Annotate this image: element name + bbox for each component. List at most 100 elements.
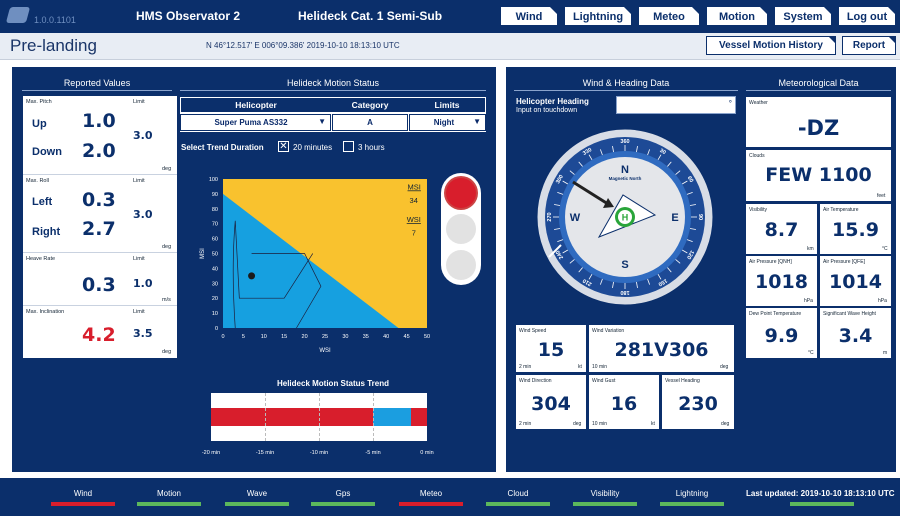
trend-tick-label: -20 min — [201, 450, 221, 456]
limits-select[interactable]: Night ▼ — [409, 114, 486, 131]
y-tick-label: 100 — [209, 177, 218, 183]
trend-tick-label: -5 min — [365, 450, 381, 456]
category-value: A — [367, 118, 373, 127]
air-temperature-label: Air Temperature — [823, 207, 859, 213]
nav-lightning-button[interactable]: Lightning — [564, 6, 632, 26]
y-tick-label: 70 — [212, 222, 218, 228]
checkbox-3-hours[interactable] — [343, 141, 354, 152]
nav-meteo-button[interactable]: Meteo — [638, 6, 700, 26]
checkbox-20-minutes[interactable]: ✕ — [278, 141, 289, 152]
footer-status-bar — [399, 502, 463, 506]
col-category: Category — [351, 100, 389, 110]
vessel-motion-history-button[interactable]: Vessel Motion History — [706, 36, 836, 55]
magnetic-north-label: Magnetic North — [609, 176, 642, 181]
trend-tick-label: 0 min — [420, 450, 434, 456]
col-helicopter: Helicopter — [235, 100, 277, 110]
clouds-label: Clouds — [749, 153, 765, 159]
motion-status-title: Helideck Motion Status — [180, 78, 486, 91]
dew-point-label: Dew Point Temperature — [749, 311, 802, 317]
reported-values-title: Reported Values — [22, 78, 172, 91]
nav-system-button[interactable]: System — [774, 6, 832, 26]
nav-logout-button[interactable]: Log out — [838, 6, 896, 26]
report-button[interactable]: Report — [842, 36, 896, 55]
wsi-readout-label: WSI — [407, 215, 421, 224]
nav-wind-button[interactable]: Wind — [500, 6, 558, 26]
y-tick-label: 0 — [215, 326, 218, 332]
page-title: Pre-landing — [10, 36, 97, 55]
helicopter-select[interactable]: Super Puma AS332 ▼ — [180, 114, 331, 131]
visibility-card: Visibility 8.7 km — [746, 204, 817, 254]
roll-unit: deg — [162, 244, 172, 250]
helideck-name: Helideck Cat. 1 Semi-Sub — [298, 9, 443, 23]
inclination-label: Max. Inclination — [26, 309, 65, 315]
wind-direction-card: Wind Direction 304 2 min deg — [516, 375, 586, 429]
helicopter-selected: Super Puma AS332 — [214, 118, 288, 127]
roll-right-value: 2.7 — [82, 218, 116, 240]
x-tick-label: 40 — [383, 334, 389, 340]
footer-status-wave: Wave — [246, 489, 268, 498]
compass-e: E — [671, 212, 678, 224]
y-tick-label: 50 — [212, 252, 218, 258]
trend-segment — [211, 408, 373, 426]
x-tick-label: 5 — [242, 334, 245, 340]
wave-height-card: Significant Wave Height 3.4 m — [820, 308, 891, 358]
heave-unit: m/s — [162, 297, 171, 303]
x-tick-label: 50 — [424, 334, 430, 340]
chevron-down-icon: ▼ — [473, 117, 481, 126]
air-temperature-card: Air Temperature 15.9 °C — [820, 204, 891, 254]
wind-speed-card: Wind Speed 15 2 min kt — [516, 325, 586, 372]
wind-gust-card: Wind Gust 16 10 min kt — [589, 375, 659, 429]
system-name: HMS Observator 2 — [136, 9, 241, 23]
wind-variation-label: Wind Variation — [592, 328, 625, 334]
pitch-unit: deg — [162, 166, 172, 172]
wind-direction-value: 304 — [531, 393, 571, 415]
nav-motion-button[interactable]: Motion — [706, 6, 768, 26]
trend-segment — [410, 408, 427, 426]
msi-readout-value: 34 — [410, 196, 418, 205]
qfe-card: Air Pressure [QFE] 1014 hPa — [820, 256, 891, 306]
heave-limit-value: 1.0 — [133, 277, 153, 290]
wind-variation-card: Wind Variation 281V306 10 min deg — [589, 325, 734, 372]
trend-segment — [373, 408, 411, 426]
pitch-down-label: Down — [32, 146, 62, 158]
option-3-hours-label: 3 hours — [358, 143, 385, 152]
trend-tick-label: -15 min — [255, 450, 275, 456]
x-axis-label: WSI — [319, 348, 331, 354]
trend-ticks: -20 min -15 min -10 min -5 min 0 min — [202, 450, 434, 460]
wsi-readout-value: 7 — [412, 229, 416, 238]
roll-label: Max. Roll — [26, 178, 49, 184]
air-temperature-unit: °C — [882, 246, 888, 252]
wind-heading-title: Wind & Heading Data — [514, 78, 738, 91]
footer-status-bar — [137, 502, 201, 506]
wind-gust-label: Wind Gust — [592, 378, 616, 384]
vessel-heading-value: 230 — [678, 393, 718, 415]
y-axis-label: MSI — [200, 248, 206, 259]
app-version: 1.0.0.1101 — [34, 15, 76, 25]
heading-label: Helicopter Heading — [516, 97, 589, 106]
meteo-title: Meteorological Data — [746, 78, 891, 91]
traffic-light-amber — [446, 214, 476, 244]
x-tick-label: 30 — [342, 334, 348, 340]
traffic-light — [441, 173, 481, 285]
wind-speed-label: Wind Speed — [519, 328, 547, 334]
compass-degree-label: 180 — [620, 289, 629, 295]
wind-speed-value: 15 — [537, 339, 565, 361]
trend-gridline — [373, 393, 374, 441]
footer-status-lightning: Lightning — [675, 489, 709, 498]
chevron-down-icon: ▼ — [318, 117, 326, 126]
msi-readout-label: MSI — [408, 182, 421, 191]
clouds-value: FEW 1100 — [765, 164, 872, 186]
footer-status-bar — [573, 502, 637, 506]
inclination-unit: deg — [162, 349, 172, 355]
wind-speed-period: 2 min — [519, 364, 532, 370]
trend-chart — [211, 393, 427, 441]
last-updated-status-bar — [790, 502, 854, 506]
roll-limit-label: Limit — [133, 178, 145, 184]
qfe-unit: hPa — [878, 298, 887, 304]
option-20-minutes-label: 20 minutes — [293, 143, 333, 152]
wind-variation-value: 281V306 — [614, 339, 709, 361]
helicopter-table: Helicopter Category Limits Super Puma AS… — [180, 97, 486, 132]
visibility-label: Visibility — [749, 207, 767, 213]
logo-icon — [5, 7, 31, 23]
heading-input[interactable]: ° — [616, 96, 736, 114]
